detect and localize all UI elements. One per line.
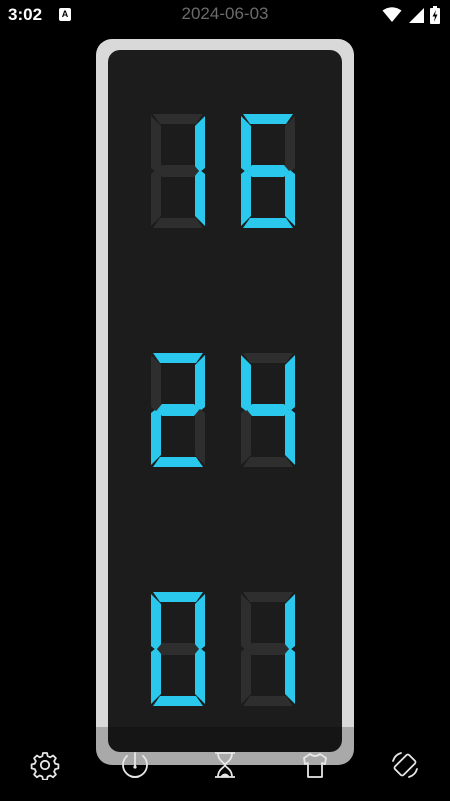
settings-button[interactable] (25, 745, 65, 785)
second-tens-digit (148, 590, 208, 708)
segment-lower-left (151, 409, 161, 465)
segment-bottom (153, 696, 203, 706)
status-icons (382, 5, 440, 25)
dial-button[interactable] (115, 745, 155, 785)
second-ones-digit (238, 590, 298, 708)
segment-top (243, 592, 293, 602)
shirt-icon (303, 753, 327, 778)
segment-upper-left (151, 355, 161, 411)
hour-tens-digit (148, 112, 208, 230)
segment-lower-right (285, 648, 295, 704)
segment-lower-left (151, 170, 161, 226)
segment-upper-left (241, 355, 251, 411)
segment-bottom (153, 457, 203, 467)
minute-tens-digit (148, 351, 208, 469)
segment-middle (157, 165, 199, 177)
segment-lower-left (241, 648, 251, 704)
segment-upper-left (241, 116, 251, 172)
hour-ones-digit (238, 112, 298, 230)
segment-bottom (243, 218, 293, 228)
segment-bottom (243, 457, 293, 467)
rotate-button[interactable] (385, 745, 425, 785)
seven-segment-svg (151, 592, 205, 706)
signal-icon (408, 7, 424, 23)
segment-bottom (153, 218, 203, 228)
seven-segment-svg (241, 353, 295, 467)
segment-top (153, 114, 203, 124)
segment-upper-right (195, 594, 205, 650)
segment-middle (247, 643, 289, 655)
segment-top (243, 114, 293, 124)
seven-segment-svg (241, 592, 295, 706)
segment-middle (157, 643, 199, 655)
segment-bottom (243, 696, 293, 706)
timer-button[interactable] (205, 745, 245, 785)
wifi-icon (382, 7, 402, 23)
segment-middle (247, 404, 289, 416)
segment-upper-left (151, 116, 161, 172)
segment-lower-left (241, 409, 251, 465)
segment-upper-right (285, 355, 295, 411)
bottom-nav (0, 740, 450, 788)
segment-upper-right (195, 116, 205, 172)
segment-upper-right (285, 116, 295, 172)
gear-icon (30, 752, 60, 780)
segment-top (153, 592, 203, 602)
segment-middle (247, 165, 289, 177)
segment-top (153, 353, 203, 363)
segment-lower-right (285, 170, 295, 226)
minute-ones-digit (238, 351, 298, 469)
segment-lower-right (195, 409, 205, 465)
segment-lower-right (195, 170, 205, 226)
seven-segment-svg (151, 114, 205, 228)
clock-face[interactable] (108, 50, 342, 752)
status-bar: 3:02 A 2024-06-03 (0, 0, 450, 30)
battery-charging-icon (430, 6, 440, 24)
screen-rotation-icon (392, 752, 418, 778)
segment-upper-right (195, 355, 205, 411)
segment-upper-left (241, 594, 251, 650)
seven-segment-svg (151, 353, 205, 467)
segment-lower-right (195, 648, 205, 704)
segment-upper-right (285, 594, 295, 650)
segment-upper-left (151, 594, 161, 650)
dial-needle-icon (122, 752, 148, 778)
seven-segment-svg (241, 114, 295, 228)
segment-lower-left (151, 648, 161, 704)
screen: 3:02 A 2024-06-03 (0, 0, 450, 801)
segment-lower-right (285, 409, 295, 465)
segment-top (243, 353, 293, 363)
segment-middle (157, 404, 199, 416)
theme-button[interactable] (295, 745, 335, 785)
hourglass-icon (215, 752, 235, 778)
segment-lower-left (241, 170, 251, 226)
